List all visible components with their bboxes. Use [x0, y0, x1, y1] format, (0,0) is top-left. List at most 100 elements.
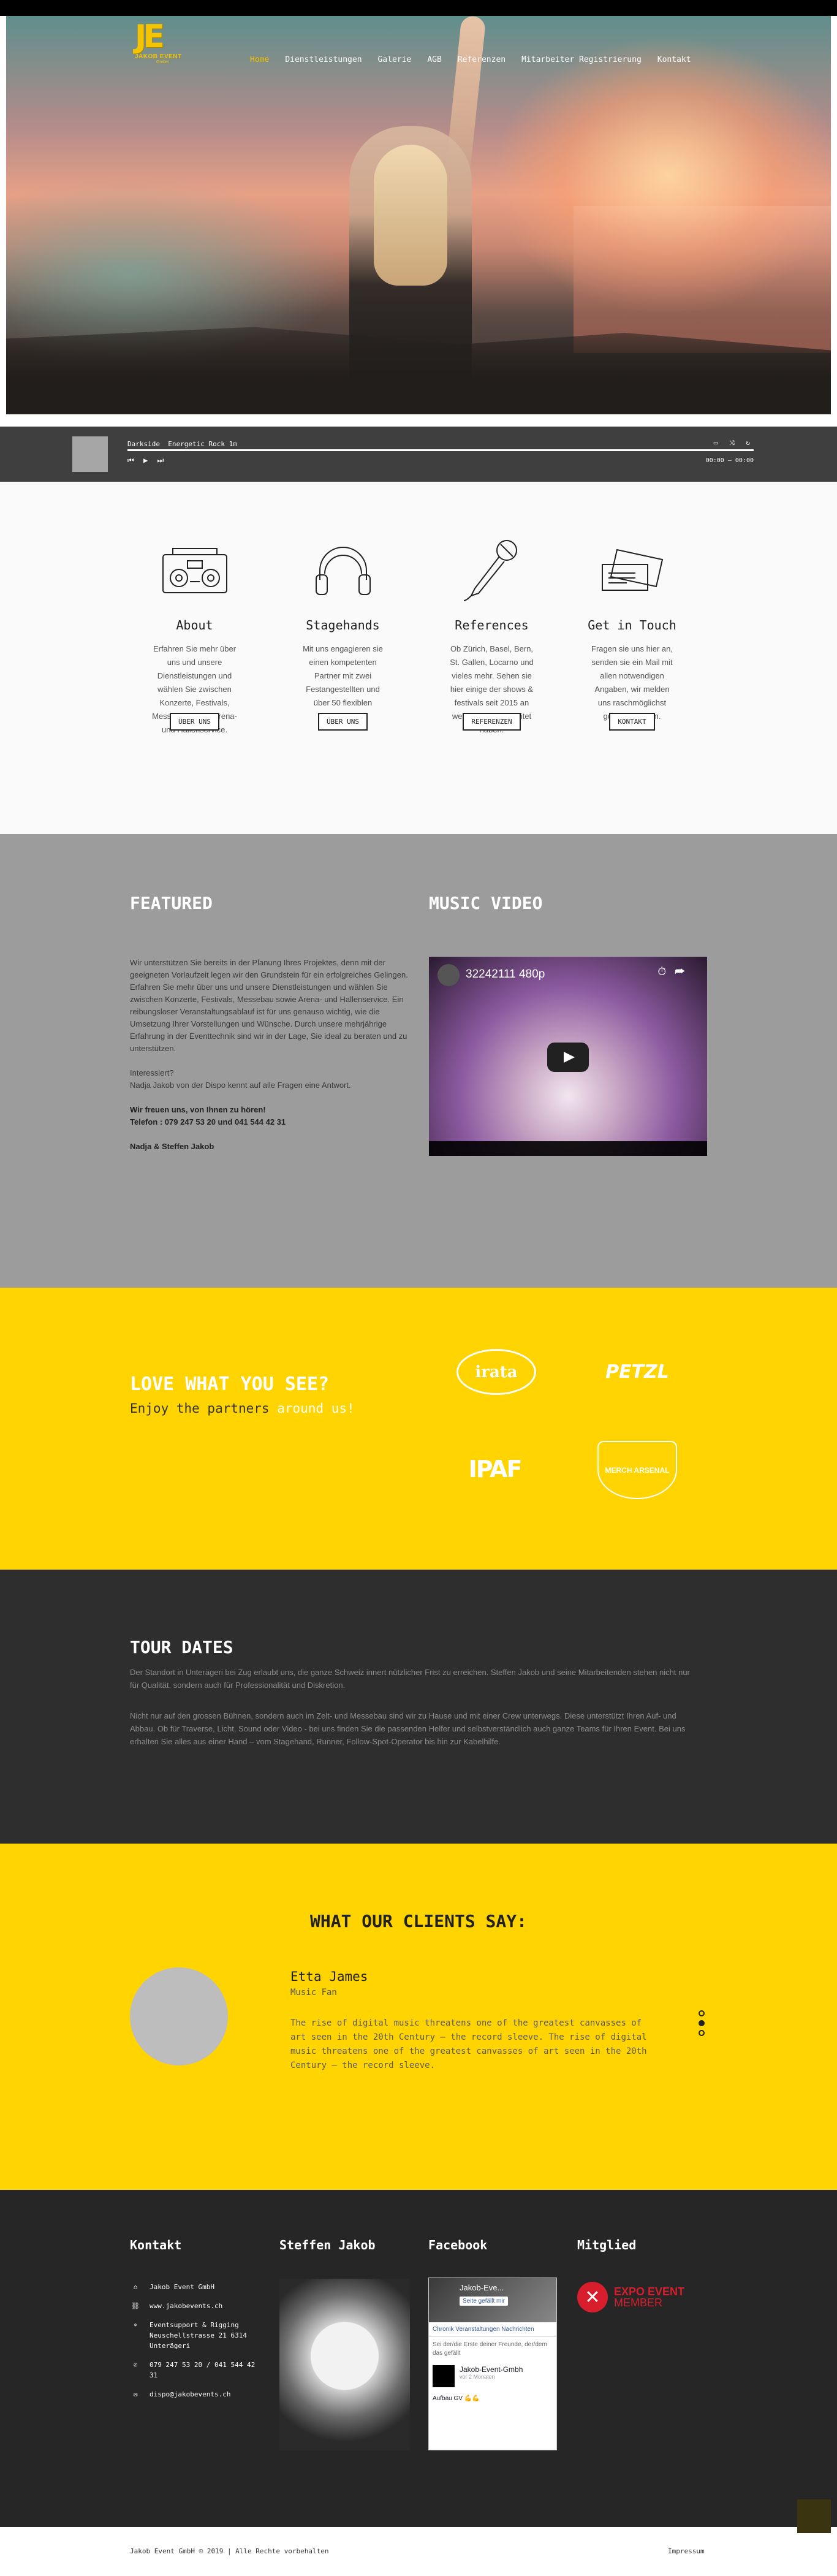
client-role: Music Fan [290, 1988, 337, 1997]
client-name: Etta James [290, 1969, 368, 1984]
fb-post: Jakob-Event-Gmbh vor 2 Monaten [429, 2361, 556, 2391]
contact-button[interactable]: Kontakt [609, 713, 655, 731]
menu-mitarbeiter-registrierung[interactable]: Mitarbeiter Registrierung [521, 55, 642, 64]
site-logo[interactable]: JE JAKOB EVENT GmbH [135, 21, 190, 70]
contact-row: ✆ 079 247 53 20 / 041 544 42 31 [130, 2360, 259, 2380]
service-title: References [455, 618, 529, 633]
service-title: About [176, 618, 213, 633]
progress-bar[interactable] [127, 449, 754, 451]
partners-section: LOVE WHAT YOU SEE? Enjoy the partners ar… [0, 1288, 837, 1570]
youtube-video[interactable]: 32242111 480p ⏱➦ [429, 957, 707, 1156]
menu-dienstleistungen[interactable]: Dienstleistungen [285, 55, 362, 64]
tickets-icon [588, 537, 676, 604]
logo-brand: JAKOB EVENT [135, 53, 182, 60]
fb-friends-note: Sei der/die Erste deiner Freunde, der/de… [433, 2341, 547, 2357]
address: Eventsupport & Rigging Neuschellstrasse … [150, 2321, 247, 2350]
player-option-icons[interactable]: ▭ ⤨ ↻ [714, 439, 754, 447]
website-link[interactable]: www.jakobevents.ch [150, 2301, 222, 2311]
carousel-dot-active[interactable] [699, 2020, 705, 2026]
featured-title: FEATURED [130, 893, 213, 913]
references-button[interactable]: Referenzen [463, 713, 521, 731]
featured-interested: Interessiert? Nadja Jakob von der Dispo … [130, 1067, 409, 1092]
track-info: Darkside Energetic Rock 1m [127, 440, 237, 448]
fb-like-button[interactable]: Seite gefällt mir [460, 2297, 508, 2306]
track-time: 00:00 – 00:00 [705, 457, 754, 464]
carousel-dots [699, 2010, 705, 2036]
main-nav: JE JAKOB EVENT GmbH Home Dienstleistunge… [6, 16, 831, 102]
fb-post-author[interactable]: Jakob-Event-Gmbh [460, 2365, 523, 2374]
logo-mark: JE [135, 18, 165, 55]
testimonials-title: WHAT OUR CLIENTS SAY: [309, 1911, 527, 1931]
footer-steffen-title: Steffen Jakob [279, 2238, 376, 2252]
phone-icon: ✆ [133, 2361, 138, 2369]
microphone-icon [447, 537, 536, 604]
services-section: About Erfahren Sie mehr über uns und uns… [0, 482, 837, 834]
tour-section: TOUR DATES Der Standort in Unterägeri be… [0, 1570, 837, 1844]
service-references: References Ob Zürich, Basel, Bern, St. G… [447, 537, 536, 734]
location-icon: ⌖ [133, 2321, 138, 2329]
bottom-bar: Jakob Event GmbH © 2019 | Alle Rechte vo… [0, 2499, 837, 2576]
menu-agb[interactable]: AGB [427, 55, 441, 64]
petzl-logo[interactable]: PETZL [600, 1355, 674, 1389]
channel-avatar[interactable] [437, 964, 460, 986]
tour-paragraph-1: Der Standort in Unterägeri bei Zug erlau… [130, 1668, 690, 1690]
service-stagehands: Stagehands Mit uns engagieren sie einen … [298, 537, 387, 731]
boombox-icon [150, 537, 239, 604]
fb-page-name[interactable]: Jakob-Eve... [460, 2283, 504, 2292]
expo-text: EXPO EVENT MEMBER [614, 2286, 684, 2308]
menu-referenzen[interactable]: Referenzen [458, 55, 506, 64]
contact-list: ⌂ Jakob Event GmbH ⛓ www.jakobevents.ch … [130, 2282, 259, 2408]
stagehands-button[interactable]: Über uns [318, 713, 368, 731]
top-strip [0, 0, 837, 16]
tagline-prefix: Enjoy the partners [130, 1401, 278, 1416]
merch-arsenal-logo[interactable]: MERCH ARSENAL [597, 1441, 677, 1499]
service-about: About Erfahren Sie mehr über uns und uns… [150, 537, 239, 734]
irata-logo[interactable]: irata [456, 1349, 536, 1395]
fb-tabs[interactable]: Chronik Veranstaltungen Nachrichten [429, 2322, 556, 2337]
client-avatar [130, 1967, 228, 2065]
about-button[interactable]: Über uns [170, 713, 219, 731]
track-title: Energetic Rock 1m [168, 440, 237, 448]
headphones-icon [298, 537, 387, 604]
menu-kontakt[interactable]: Kontakt [657, 55, 691, 64]
contact-row: ✉ dispo@jakobevents.ch [130, 2389, 259, 2399]
interested-line: Interessiert? [130, 1068, 174, 1077]
footer-member-title: Mitglied [577, 2238, 637, 2252]
menu-galerie[interactable]: Galerie [378, 55, 412, 64]
tour-title: TOUR DATES [130, 1637, 233, 1657]
carousel-dot[interactable] [699, 2010, 705, 2016]
facebook-widget[interactable]: Jakob-Eve... Seite gefällt mir Chronik V… [428, 2278, 557, 2450]
track-artist: Darkside [127, 440, 160, 448]
expo-line-2: MEMBER [614, 2297, 663, 2309]
carousel-dot[interactable] [699, 2030, 705, 2036]
service-title: Get in Touch [588, 618, 676, 633]
email-link[interactable]: dispo@jakobevents.ch [150, 2389, 230, 2399]
expo-event-badge[interactable]: ✕ EXPO EVENT MEMBER [577, 2282, 684, 2312]
phone-numbers[interactable]: 079 247 53 20 / 041 544 42 31 [150, 2360, 259, 2380]
contact-row: ⌂ Jakob Event GmbH [130, 2282, 259, 2292]
expo-line-1: EXPO EVENT [614, 2285, 685, 2298]
expo-x-icon: ✕ [577, 2282, 608, 2312]
link-icon: ⛓ [131, 2302, 140, 2310]
contact-row: ⛓ www.jakobevents.ch [130, 2301, 259, 2311]
audio-player: Darkside Energetic Rock 1m ▭ ⤨ ↻ ⏮ ▶ ⏭ 0… [0, 427, 837, 482]
menu-home[interactable]: Home [250, 55, 269, 64]
partners-tagline: Enjoy the partners around us! [130, 1401, 355, 1416]
video-title[interactable]: 32242111 480p [466, 968, 545, 981]
hero-hair [374, 145, 447, 286]
featured-section: FEATURED MUSIC VIDEO Wir unterstützen Si… [0, 834, 837, 1288]
client-quote: The rise of digital music threatens one … [290, 2018, 647, 2070]
footer-contact-title: Kontakt [130, 2238, 182, 2252]
testimonials-section: WHAT OUR CLIENTS SAY: Etta James Music F… [0, 1844, 837, 2190]
share-icon[interactable]: ⏱➦ [657, 965, 694, 978]
service-text: Erfahren Sie mehr über uns und unsere Di… [152, 644, 237, 734]
featured-text: Wir unterstützen Sie bereits in der Plan… [130, 957, 409, 1165]
play-button[interactable] [547, 1043, 589, 1072]
music-video-title: MUSIC VIDEO [429, 893, 543, 913]
impressum-link[interactable]: Impressum [668, 2547, 705, 2555]
scroll-to-top-button[interactable] [797, 2499, 831, 2533]
copyright: Jakob Event GmbH © 2019 | Alle Rechte vo… [130, 2547, 329, 2555]
playback-controls[interactable]: ⏮ ▶ ⏭ [127, 456, 166, 465]
fb-post-thumb [433, 2365, 455, 2387]
ipaf-logo[interactable]: IPAF [456, 1448, 533, 1490]
